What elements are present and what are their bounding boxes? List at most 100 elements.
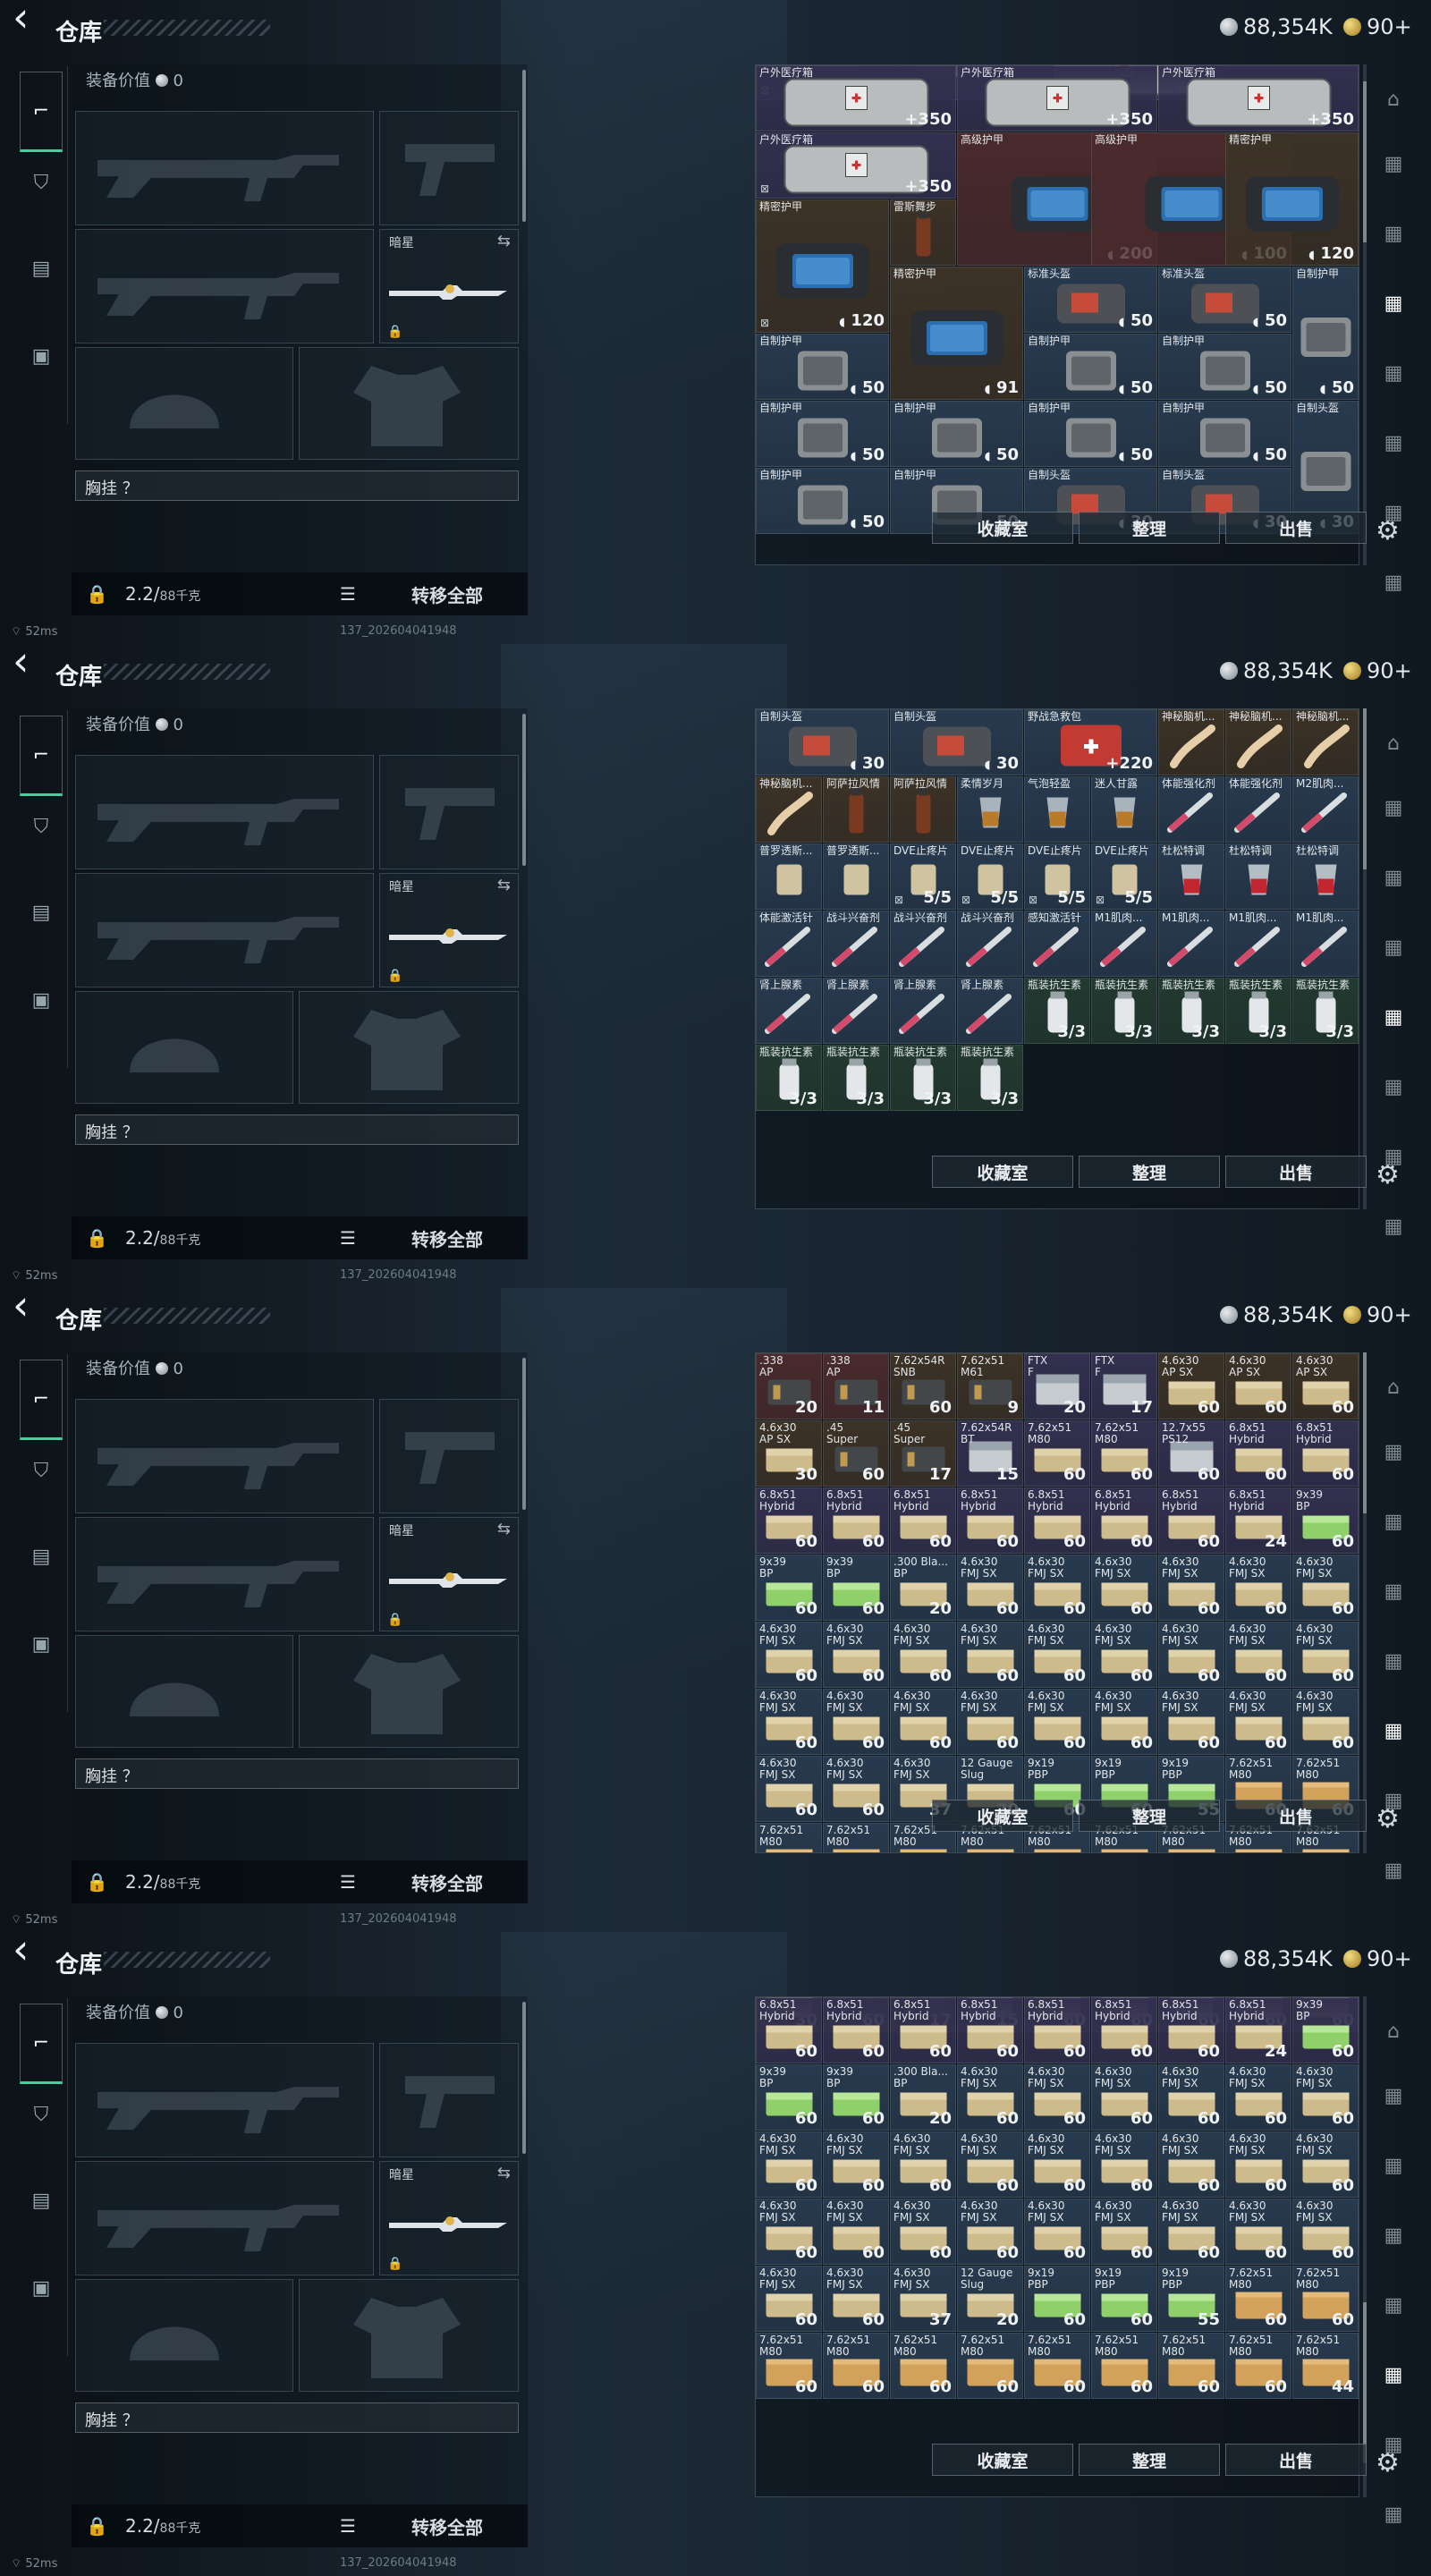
inventory-item[interactable]: M2肌肉... (1292, 776, 1359, 843)
transfer-all-button[interactable]: 转移全部 (411, 1225, 483, 1251)
inventory-item[interactable]: 4.6x30 FMJ SX 60 (957, 2199, 1023, 2265)
inventory-item[interactable]: 4.6x30 FMJ SX 60 (1024, 1555, 1090, 1621)
storage-tab-5-icon[interactable]: ▦ (1370, 1064, 1417, 1109)
collection-room-button[interactable]: 收藏室 (932, 1800, 1073, 1832)
collection-room-button[interactable]: 收藏室 (932, 2444, 1073, 2476)
armor-slot[interactable] (299, 347, 519, 460)
backpack-tab-icon[interactable]: ▣ (20, 1623, 63, 1665)
back-arrow-icon[interactable]: ‹ (13, 1932, 29, 1970)
inventory-item[interactable]: 9x19 PBP 55 (1158, 2266, 1224, 2332)
inventory-item[interactable]: 9x39 BP 60 (823, 2064, 889, 2131)
inventory-item[interactable]: M1肌肉... (1225, 911, 1291, 977)
pistol-slot[interactable] (379, 1399, 519, 1513)
inventory-item[interactable]: 7.62x51 M80 60 (756, 2333, 822, 2399)
inventory-item[interactable]: 9x39 BP 60 (756, 1555, 822, 1621)
inventory-item[interactable]: 4.6x30 FMJ SX 60 (1225, 1689, 1291, 1755)
inventory-item[interactable]: FTX F 20 (1024, 1353, 1090, 1419)
armor-tab-icon[interactable]: ⛉ (20, 161, 63, 204)
swap-icon[interactable]: ⇆ (497, 2164, 511, 2182)
inventory-item[interactable]: 普罗透斯... (823, 843, 889, 910)
list-icon[interactable]: ☰ (340, 1227, 356, 1249)
storage-tab-8-icon[interactable]: ▦ (1370, 630, 1417, 645)
storage-tab-2-icon[interactable]: ▦ (1370, 855, 1417, 900)
backpack-tab-icon[interactable]: ▣ (20, 335, 63, 377)
inventory-item[interactable]: 4.6x30 FMJ SX 60 (1158, 1555, 1224, 1621)
inventory-item[interactable]: 瓶装抗生素 3/3 (890, 1045, 956, 1111)
inventory-item[interactable]: .45 Super 17 (890, 1420, 956, 1487)
armor-tab-icon[interactable]: ⛉ (20, 2093, 63, 2136)
chest-rig-tab-icon[interactable]: ▤ (20, 891, 63, 934)
weapon-tab-icon[interactable]: ⌐ (20, 72, 63, 152)
transfer-all-button[interactable]: 转移全部 (411, 2513, 483, 2539)
inventory-item[interactable]: 6.8x51 Hybrid 60 (957, 1997, 1023, 2063)
inventory-item[interactable]: 杜松特调 (1158, 843, 1224, 910)
inventory-item[interactable]: 9x39 BP 60 (1292, 1487, 1359, 1554)
secondary-weapon-slot[interactable] (75, 229, 374, 343)
inventory-item[interactable]: 9x19 PBP 60 (1024, 2266, 1090, 2332)
inventory-item[interactable]: 4.6x30 FMJ SX 60 (1091, 1622, 1157, 1688)
inventory-item[interactable]: 7.62x51 M80 44 (1292, 2333, 1359, 2399)
inventory-scroll-thumb[interactable] (1363, 2302, 1367, 2463)
inventory-item[interactable]: 4.6x30 FMJ SX 60 (1292, 1622, 1359, 1688)
equipment-scrollbar[interactable] (522, 2002, 526, 2154)
inventory-item[interactable]: 4.6x30 FMJ SX 60 (1158, 2199, 1224, 2265)
inventory-item[interactable]: 神秘脑机... (1225, 709, 1291, 775)
gold-currency[interactable]: 90+ (1343, 658, 1412, 683)
inventory-item[interactable]: 瓶装抗生素 3/3 (756, 1045, 822, 1111)
inventory-item[interactable]: FTX F 17 (1091, 1353, 1157, 1419)
inventory-item[interactable]: 体能强化剂 (1225, 776, 1291, 843)
list-icon[interactable]: ☰ (340, 2515, 356, 2537)
collection-room-button[interactable]: 收藏室 (932, 1156, 1073, 1188)
inventory-item[interactable]: .338 AP 20 (756, 1353, 822, 1419)
inventory-item[interactable]: 4.6x30 FMJ SX 60 (890, 1622, 956, 1688)
storage-tab-4-icon[interactable]: ▦ (1370, 351, 1417, 395)
inventory-scrollbar[interactable] (1363, 64, 1367, 565)
inventory-item[interactable]: 4.6x30 FMJ SX 60 (823, 2199, 889, 2265)
inventory-item[interactable]: 杜松特调 (1292, 843, 1359, 910)
inventory-item[interactable]: 9x39 BP 60 (1292, 1997, 1359, 2063)
back-arrow-icon[interactable]: ‹ (13, 1288, 29, 1326)
gold-currency[interactable]: 90+ (1343, 14, 1412, 39)
pistol-slot[interactable] (379, 755, 519, 869)
inventory-item[interactable]: 4.6x30 FMJ SX 60 (1225, 2064, 1291, 2131)
inventory-item[interactable]: 7.62x51 M80 60 (1024, 1420, 1090, 1487)
melee-slot[interactable]: 暗星 ⇆ 🔒 (379, 1517, 519, 1631)
inventory-item[interactable]: 4.6x30 FMJ SX 60 (823, 1622, 889, 1688)
inventory-item[interactable]: 4.6x30 FMJ SX 60 (957, 2131, 1023, 2198)
inventory-item[interactable]: 4.6x30 FMJ SX 60 (957, 1689, 1023, 1755)
inventory-item[interactable]: 4.6x30 FMJ SX 60 (756, 1756, 822, 1822)
inventory-item[interactable]: 6.8x51 Hybrid 60 (1225, 1420, 1291, 1487)
inventory-item[interactable]: 4.6x30 FMJ SX 60 (756, 2131, 822, 2198)
storage-tab-6-icon[interactable]: ▦ (1370, 1134, 1417, 1179)
inventory-scrollbar[interactable] (1363, 1352, 1367, 1853)
inventory-item[interactable]: 6.8x51 Hybrid 60 (1024, 1997, 1090, 2063)
inventory-item[interactable]: 6.8x51 Hybrid 60 (1158, 1997, 1224, 2063)
inventory-item[interactable]: 4.6x30 FMJ SX 60 (957, 1622, 1023, 1688)
inventory-item[interactable]: 4.6x30 AP SX 30 (756, 1420, 822, 1487)
inventory-item[interactable]: 7.62x51 M80 60 (1091, 1420, 1157, 1487)
inventory-scroll-thumb[interactable] (1363, 1352, 1367, 1513)
inventory-item[interactable]: 4.6x30 FMJ SX 60 (1158, 1689, 1224, 1755)
storage-tab-7-icon[interactable]: ▦ (1370, 1204, 1417, 1249)
storage-tab-8-icon[interactable]: ▦ (1370, 1918, 1417, 1933)
swap-icon[interactable]: ⇆ (497, 1520, 511, 1538)
inventory-item[interactable]: 神秘脑机... (1292, 709, 1359, 775)
inventory-item[interactable]: 4.6x30 FMJ SX 60 (756, 1622, 822, 1688)
inventory-item[interactable]: 6.8x51 Hybrid 60 (957, 1487, 1023, 1554)
inventory-item[interactable]: 7.62x51 M80 60 (1225, 2266, 1291, 2332)
inventory-item[interactable]: .300 Bla... BP 20 (890, 1555, 956, 1621)
inventory-item[interactable]: 7.62x51 M80 60 (1158, 2333, 1224, 2399)
storage-tab-7-icon[interactable]: ▦ (1370, 1848, 1417, 1893)
primary-weapon-slot[interactable] (75, 1399, 374, 1513)
inventory-item[interactable]: 自制护甲 ◖ 50 (1024, 401, 1157, 467)
inventory-item[interactable]: 气泡轻盈 (1024, 776, 1090, 843)
secondary-weapon-slot[interactable] (75, 2161, 374, 2275)
inventory-item[interactable]: 4.6x30 FMJ SX 60 (1024, 2199, 1090, 2265)
chest-rig-tab-icon[interactable]: ▤ (20, 1535, 63, 1578)
inventory-item[interactable]: 7.62x51 M80 60 (957, 2333, 1023, 2399)
inventory-item[interactable]: 普罗透斯... (756, 843, 822, 910)
inventory-item[interactable]: 7.62x51 M80 60 (890, 2333, 956, 2399)
inventory-item[interactable]: 肾上腺素 (890, 978, 956, 1044)
inventory-item[interactable]: 4.6x30 FMJ SX 60 (1225, 1622, 1291, 1688)
weapon-tab-icon[interactable]: ⌐ (20, 2004, 63, 2084)
